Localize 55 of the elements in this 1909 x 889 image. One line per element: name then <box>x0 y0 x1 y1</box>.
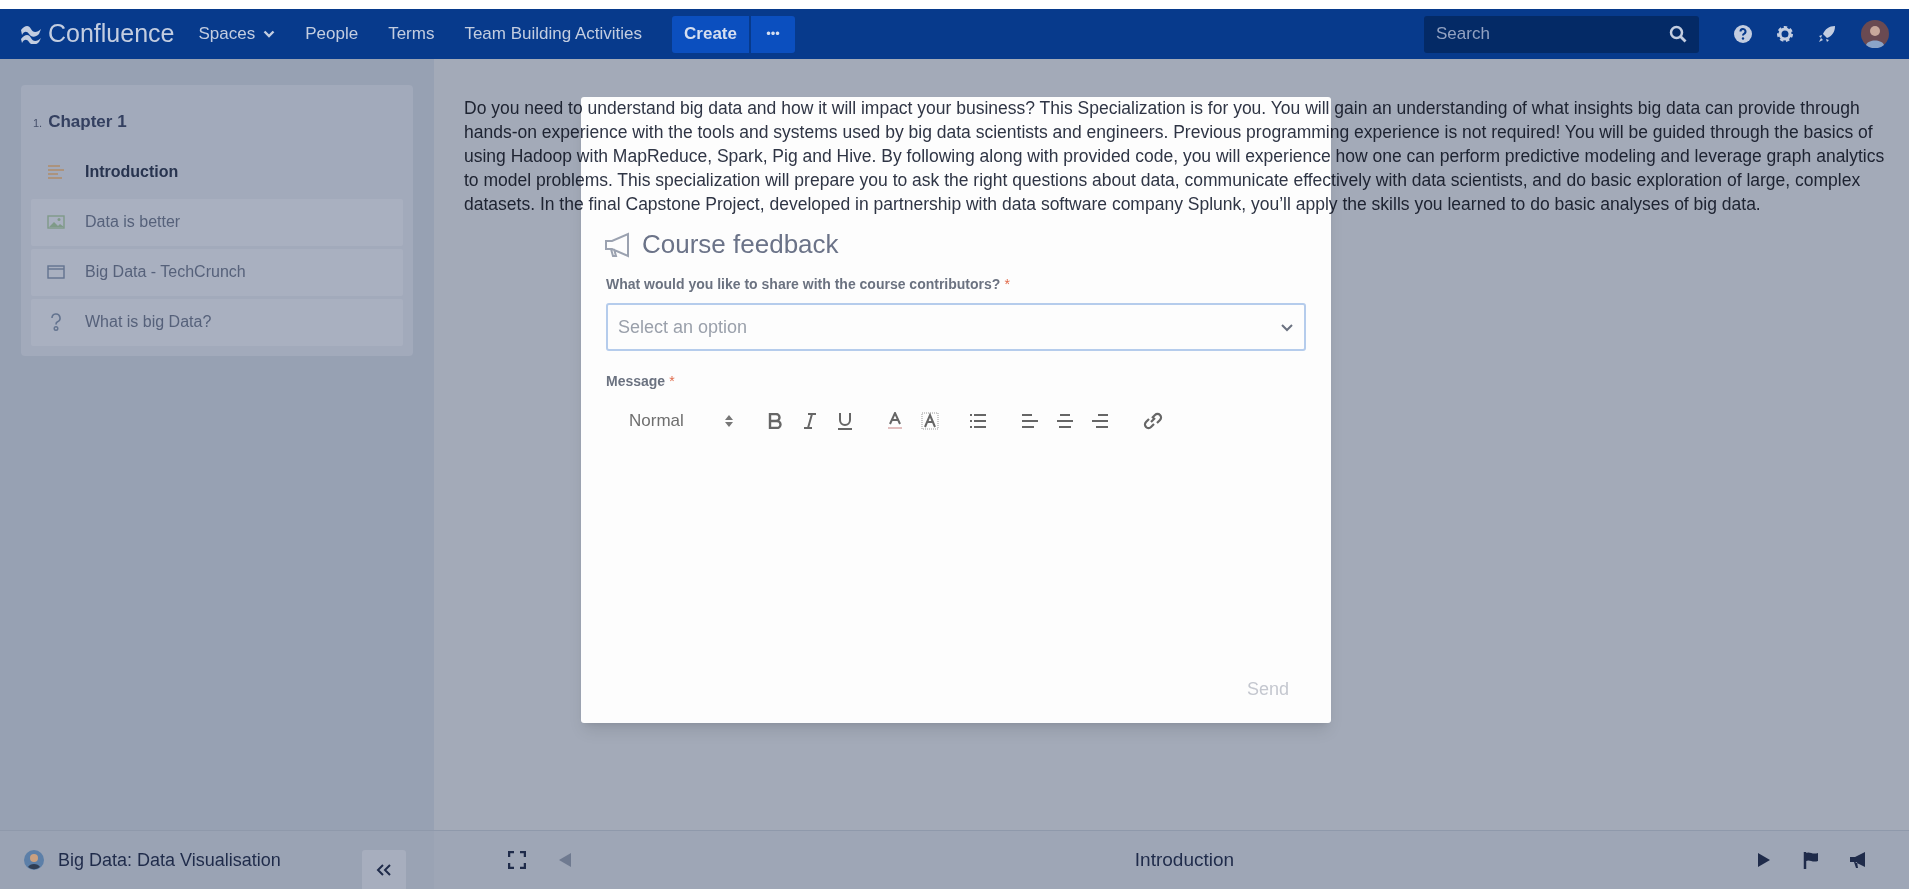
logo-icon <box>20 24 42 44</box>
lesson-item[interactable]: Introduction <box>31 148 403 196</box>
chapter-title[interactable]: Chapter 1 <box>48 109 127 135</box>
nav-link[interactable]: Team Building Activities <box>464 21 643 47</box>
nav-link[interactable]: Spaces <box>198 21 276 47</box>
question-icon <box>49 312 63 332</box>
lesson-item[interactable]: Big Data - TechCrunch <box>31 248 403 296</box>
lesson-item[interactable]: What is big Data? <box>31 298 403 346</box>
image-icon <box>47 215 65 229</box>
nav-link[interactable]: People <box>305 21 359 47</box>
megaphone-icon <box>604 231 632 258</box>
sort-arrows-icon[interactable] <box>724 414 734 428</box>
format-dropdown[interactable]: Normal <box>629 408 724 434</box>
rocket-icon[interactable] <box>1817 24 1837 44</box>
search-field[interactable]: Search <box>1424 15 1699 53</box>
avatar <box>24 850 44 870</box>
italic-icon[interactable] <box>803 413 817 429</box>
play-icon[interactable] <box>1757 852 1771 868</box>
course-title: Big Data: Data Visualisation <box>58 848 281 872</box>
message-editor[interactable]: Normal <box>606 406 1306 656</box>
lesson-item[interactable]: Data is better <box>31 198 403 246</box>
field-label: Message <box>606 372 666 391</box>
app-logo-text[interactable]: Confluence <box>48 15 175 53</box>
bullet-list-icon[interactable] <box>969 413 987 429</box>
dialog-title: Course feedback <box>642 228 839 261</box>
required-marker: * <box>669 372 675 391</box>
bold-icon[interactable] <box>768 413 782 429</box>
chevron-down-icon <box>1280 322 1294 332</box>
browser-window-icon <box>47 265 65 279</box>
collapse-button[interactable] <box>362 850 406 889</box>
nav-link[interactable]: Terms <box>388 21 435 47</box>
required-marker: * <box>1004 275 1010 294</box>
chapter-number: 1. <box>33 116 43 131</box>
fullscreen-icon[interactable] <box>508 851 526 869</box>
underline-icon[interactable] <box>837 412 853 430</box>
align-left-icon[interactable] <box>1021 413 1039 429</box>
page-title: Introduction <box>1134 847 1235 872</box>
double-chevron-left-icon <box>376 862 392 877</box>
align-right-icon[interactable] <box>1091 413 1109 429</box>
help-icon[interactable] <box>1733 24 1753 44</box>
option-select[interactable]: Select an option <box>606 303 1306 351</box>
select-placeholder: Select an option <box>618 315 749 339</box>
highlight-icon[interactable] <box>921 412 939 430</box>
text-lines-icon <box>47 165 65 179</box>
more-button[interactable]: ••• <box>750 15 795 53</box>
chevron-down-icon <box>263 30 276 38</box>
text-color-icon[interactable] <box>887 412 903 430</box>
field-label: What would you like to share with the course contributors? <box>606 275 1001 294</box>
settings-icon[interactable] <box>1775 24 1795 44</box>
flag-icon[interactable] <box>1803 851 1819 869</box>
link-icon[interactable] <box>1143 412 1163 430</box>
avatar[interactable] <box>1861 20 1889 48</box>
search-icon[interactable] <box>1669 25 1687 43</box>
create-button[interactable]: Create <box>672 15 749 53</box>
align-center-icon[interactable] <box>1056 413 1074 429</box>
